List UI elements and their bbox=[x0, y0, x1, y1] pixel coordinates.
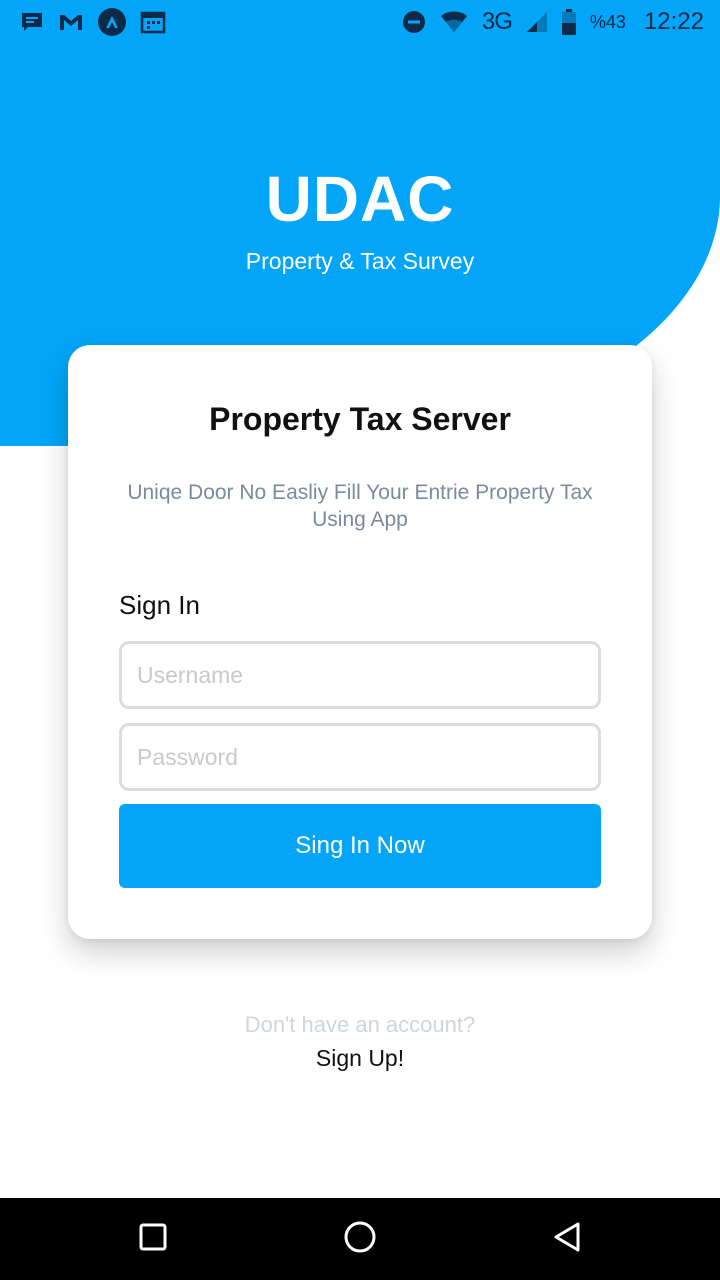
card-description: Uniqe Door No Easliy Fill Your Entrie Pr… bbox=[127, 481, 593, 531]
wifi-icon bbox=[440, 11, 468, 33]
status-left-icons bbox=[20, 8, 166, 36]
status-time: 12:22 bbox=[643, 8, 704, 35]
chat-icon bbox=[20, 11, 44, 33]
sign-up-link[interactable]: Sign Up! bbox=[0, 1045, 720, 1072]
circle-icon bbox=[343, 1220, 377, 1259]
network-type: 3G bbox=[481, 8, 513, 35]
sign-in-button[interactable]: Sing In Now bbox=[119, 804, 601, 888]
gmail-icon bbox=[58, 12, 84, 32]
no-account-text: Don't have an account? bbox=[244, 1012, 476, 1037]
battery-icon bbox=[561, 9, 576, 35]
back-button[interactable] bbox=[527, 1198, 607, 1280]
username-input[interactable] bbox=[119, 641, 601, 709]
navigation-bar bbox=[0, 1198, 720, 1280]
status-bar: 3G %43 12:22 bbox=[0, 0, 720, 44]
app-subtitle: Property & Tax Survey bbox=[245, 248, 475, 274]
card-title: Property Tax Server bbox=[209, 401, 511, 437]
password-input[interactable] bbox=[119, 723, 601, 791]
login-card: Property Tax Server Uniqe Door No Easliy… bbox=[68, 345, 652, 939]
app-title: UDAC bbox=[265, 163, 455, 235]
square-icon bbox=[138, 1222, 168, 1257]
status-right-icons: 3G %43 12:22 bbox=[402, 8, 704, 36]
do-not-disturb-icon bbox=[402, 10, 426, 34]
app-a-icon bbox=[98, 8, 126, 36]
calendar-icon bbox=[140, 10, 166, 34]
triangle-back-icon bbox=[551, 1221, 583, 1258]
battery-percent: %43 bbox=[589, 11, 626, 32]
signal-icon bbox=[526, 11, 548, 33]
recent-apps-button[interactable] bbox=[113, 1198, 193, 1280]
sign-in-heading: Sign In bbox=[119, 590, 200, 620]
home-button[interactable] bbox=[320, 1198, 400, 1280]
